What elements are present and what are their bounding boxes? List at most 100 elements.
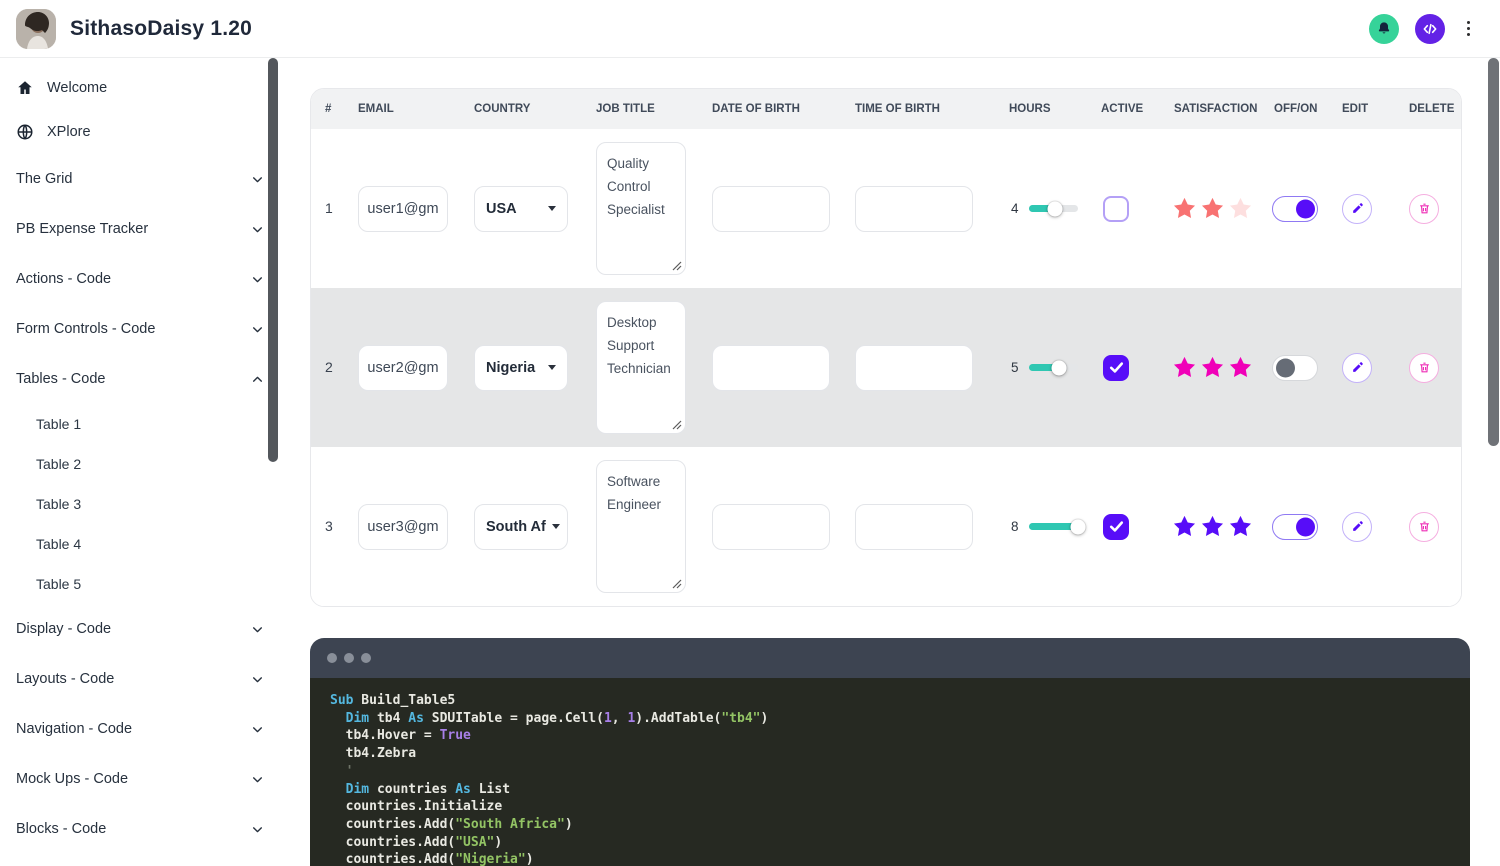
country-select-value: USA xyxy=(486,200,517,217)
star-icon[interactable] xyxy=(1228,514,1253,539)
column-header-job-title: JOB TITLE xyxy=(596,103,655,115)
sidebar-item-label: Tables - Code xyxy=(16,371,106,387)
sidebar-subitem-table-3[interactable]: Table 3 xyxy=(0,484,280,524)
hours-slider[interactable] xyxy=(1028,519,1086,534)
table-body: 1 user1@gm USA Quality Control Specialist 4 2… xyxy=(311,129,1461,606)
sidebar-subitem-table-2[interactable]: Table 2 xyxy=(0,444,280,484)
sidebar-item-label: Display - Code xyxy=(16,621,112,637)
code-token: countries.Add( xyxy=(330,852,456,866)
hours-slider[interactable] xyxy=(1028,201,1078,216)
country-select[interactable]: Nigeria xyxy=(474,344,568,391)
delete-button[interactable] xyxy=(1409,193,1439,224)
time-of-birth-input[interactable] xyxy=(855,503,973,550)
row-number: 1 xyxy=(325,199,333,216)
row-number-cell: 3 xyxy=(311,518,358,536)
sidebar-scrollbar[interactable] xyxy=(268,58,278,462)
star-icon[interactable] xyxy=(1172,196,1197,221)
avatar[interactable] xyxy=(16,8,56,49)
table-header-row: # EMAIL COUNTRY JOB TITLE DATE OF BIRTH TIME … xyxy=(311,89,1461,129)
resize-handle-icon xyxy=(672,261,682,271)
kebab-menu-icon[interactable] xyxy=(1461,17,1477,41)
hours-slider[interactable] xyxy=(1028,360,1078,375)
star-icon[interactable] xyxy=(1172,514,1197,539)
edit-button[interactable] xyxy=(1342,352,1372,383)
email-input[interactable]: user3@gm xyxy=(358,503,448,550)
active-checkbox[interactable] xyxy=(1103,195,1129,222)
job-title-textarea[interactable]: Quality Control Specialist xyxy=(596,142,686,275)
sidebar-subitem-label: Table 5 xyxy=(36,576,82,592)
time-of-birth-input[interactable] xyxy=(855,185,973,232)
active-checkbox[interactable] xyxy=(1103,513,1129,540)
chevron-down-icon xyxy=(548,206,556,211)
sidebar-item-label: Layouts - Code xyxy=(16,671,115,687)
star-icon[interactable] xyxy=(1200,514,1225,539)
on-off-toggle[interactable] xyxy=(1272,195,1318,222)
sidebar-item-label: PB Expense Tracker xyxy=(16,221,149,237)
delete-button[interactable] xyxy=(1409,352,1439,383)
star-icon[interactable] xyxy=(1200,355,1225,380)
slider-thumb[interactable] xyxy=(1047,201,1063,216)
code-token: countries.Initialize xyxy=(330,799,503,815)
sidebar-item-display-code[interactable]: Display - Code xyxy=(0,604,280,654)
hours-value: 5 xyxy=(1011,360,1019,375)
country-select[interactable]: USA xyxy=(474,185,568,232)
notifications-button[interactable] xyxy=(1368,13,1399,44)
code-token: ) xyxy=(760,710,769,726)
delete-button[interactable] xyxy=(1409,511,1439,542)
sidebar-item-navigation-code[interactable]: Navigation - Code xyxy=(0,704,280,754)
country-select-value: Nigeria xyxy=(486,359,536,376)
chevron-down-icon xyxy=(251,273,264,286)
edit-button[interactable] xyxy=(1342,511,1372,542)
star-icon[interactable] xyxy=(1172,355,1197,380)
sidebar-item-form-controls-code[interactable]: Form Controls - Code xyxy=(0,304,280,354)
sidebar-item-pb-expense-tracker[interactable]: PB Expense Tracker xyxy=(0,204,280,254)
date-of-birth-input[interactable] xyxy=(712,344,830,391)
on-off-toggle[interactable] xyxy=(1272,513,1318,540)
edit-button[interactable] xyxy=(1342,193,1372,224)
sidebar-item-blocks-code[interactable]: Blocks - Code xyxy=(0,804,280,854)
code-icon xyxy=(1422,21,1438,37)
window-scrollbar-thumb[interactable] xyxy=(1488,58,1499,446)
sidebar-item-tables-code[interactable]: Tables - Code xyxy=(0,354,280,404)
sidebar-item-actions-code[interactable]: Actions - Code xyxy=(0,254,280,304)
sidebar-subitem-table-5[interactable]: Table 5 xyxy=(0,564,280,604)
toggle-knob xyxy=(1275,358,1295,377)
date-of-birth-input[interactable] xyxy=(712,503,830,550)
job-title-cell: Quality Control Specialist xyxy=(596,142,712,275)
star-icon[interactable] xyxy=(1228,196,1253,221)
sidebar-item-welcome[interactable]: Welcome xyxy=(0,66,280,110)
code-line: tb4.Zebra xyxy=(330,745,1450,763)
star-icon[interactable] xyxy=(1228,355,1253,380)
bell-icon xyxy=(1376,21,1392,37)
code-view-button[interactable] xyxy=(1414,13,1445,44)
column-header-active: ACTIVE xyxy=(1101,103,1144,115)
job-title-textarea[interactable]: Software Engineer xyxy=(596,460,686,593)
time-of-birth-input[interactable] xyxy=(855,344,973,391)
job-title-value: Desktop Support Technician xyxy=(607,315,671,376)
sidebar-item-xplore[interactable]: XPlore xyxy=(0,110,280,154)
email-input[interactable]: user1@gm xyxy=(358,185,448,232)
country-cell: Nigeria xyxy=(474,344,596,391)
sidebar-item-layouts-code[interactable]: Layouts - Code xyxy=(0,654,280,704)
sidebar-item-mock-ups-code[interactable]: Mock Ups - Code xyxy=(0,754,280,804)
country-select[interactable]: South Af xyxy=(474,503,568,550)
trash-icon xyxy=(1418,361,1431,374)
code-token: Sub xyxy=(330,693,354,708)
pencil-icon xyxy=(1351,202,1364,215)
sidebar-subitem-table-4[interactable]: Table 4 xyxy=(0,524,280,564)
sidebar-item-the-grid[interactable]: The Grid xyxy=(0,154,280,204)
date-of-birth-input[interactable] xyxy=(712,185,830,232)
slider-thumb[interactable] xyxy=(1070,519,1086,534)
active-checkbox[interactable] xyxy=(1103,354,1129,381)
sidebar-subitem-table-1[interactable]: Table 1 xyxy=(0,404,280,444)
email-input[interactable]: user2@gm xyxy=(358,344,448,391)
job-title-textarea[interactable]: Desktop Support Technician xyxy=(596,301,686,434)
code-line: countries.Initialize xyxy=(330,798,1450,816)
star-icon[interactable] xyxy=(1200,196,1225,221)
code-line: tb4.Hover = True xyxy=(330,727,1450,745)
slider-thumb[interactable] xyxy=(1051,360,1067,375)
hours-cell: 4 xyxy=(1001,201,1093,216)
on-off-toggle[interactable] xyxy=(1272,354,1318,381)
column-header-delete: DELETE xyxy=(1409,103,1455,115)
